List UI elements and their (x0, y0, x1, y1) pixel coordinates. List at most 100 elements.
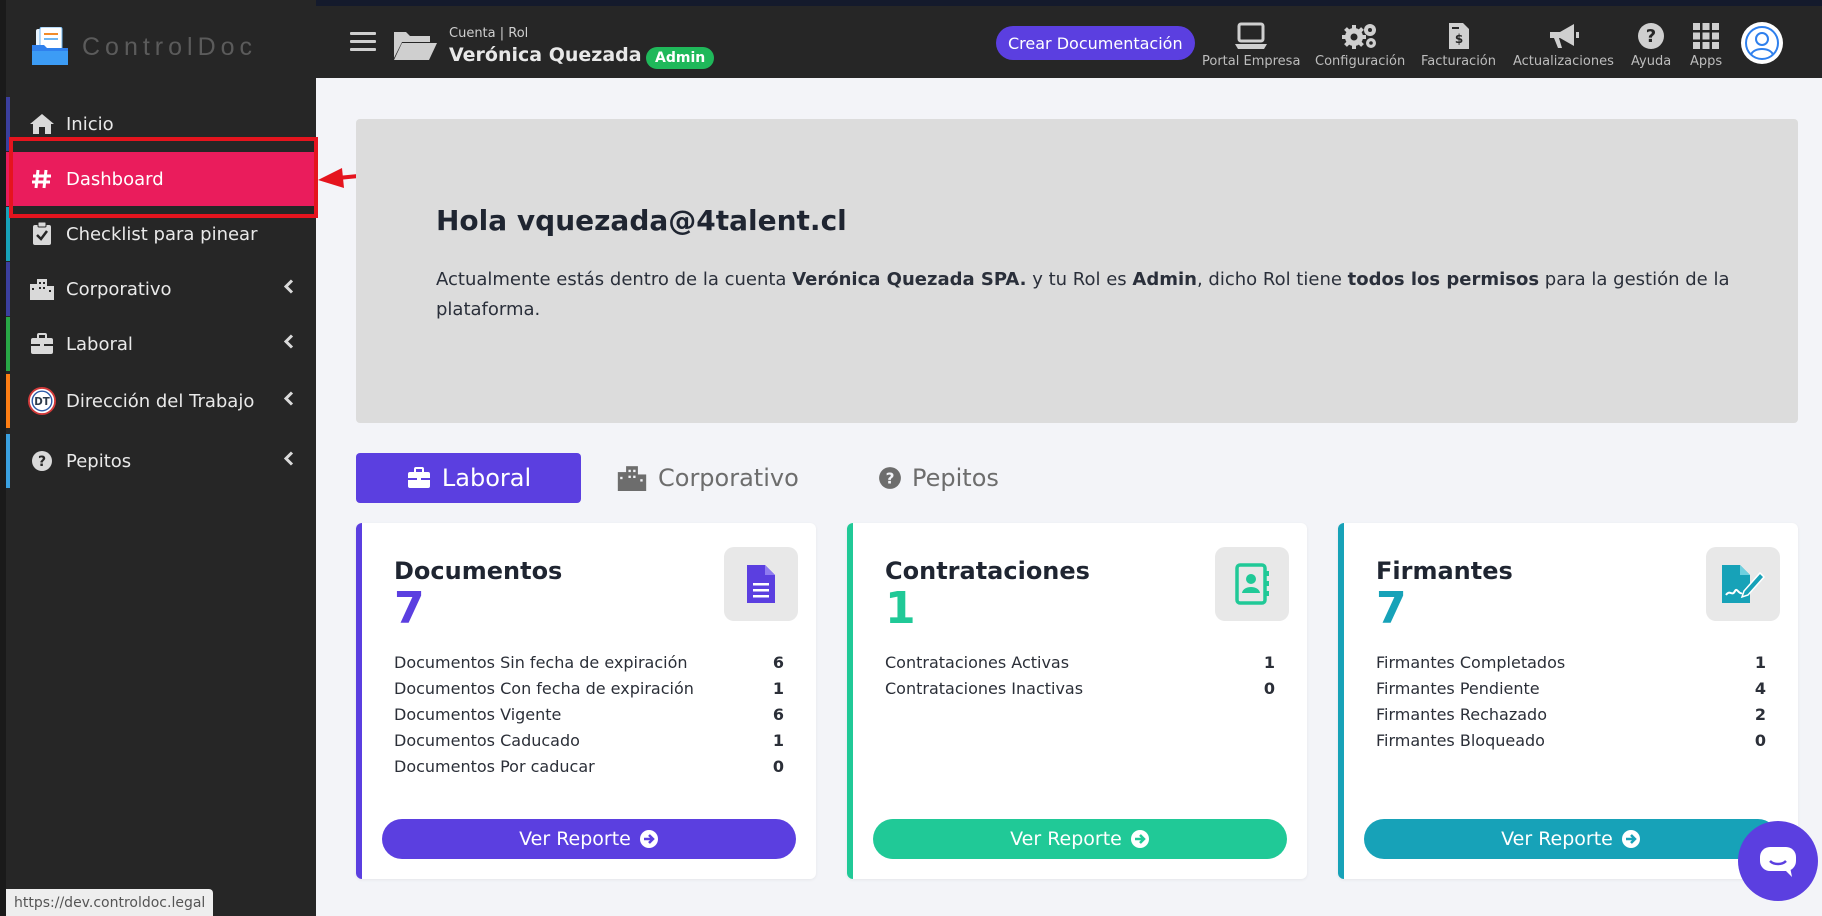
sidebar-accent (6, 317, 10, 371)
controldoc-logo-icon (30, 26, 70, 67)
sidebar-item-laboral[interactable]: Laboral (6, 317, 316, 371)
topbar-item-label: Ayuda (1631, 54, 1672, 69)
card-accent-bar (1338, 523, 1344, 879)
grid-icon (1693, 23, 1720, 49)
card-contrataciones: Contrataciones 1 Contrataciones Activas 1… (847, 523, 1307, 879)
card-count: 1 (885, 583, 916, 634)
account-name[interactable]: Verónica Quezada ... (449, 44, 670, 66)
briefcase-icon (406, 467, 432, 489)
ayuda-button[interactable]: ? Ayuda (1631, 22, 1671, 69)
stat-row: Documentos Por caducar 0 (394, 757, 784, 776)
briefcase-icon (28, 330, 56, 358)
stat-row: Firmantes Pendiente 4 (1376, 679, 1766, 698)
tab-pepitos[interactable]: ? Pepitos (878, 453, 999, 503)
arrow-circle-right-icon (1130, 830, 1149, 848)
sidebar-item-direccion-del-trabajo[interactable]: DT Dirección del Trabajo (6, 374, 316, 428)
stat-row: Contrataciones Activas 1 (885, 653, 1275, 672)
card-stats: Contrataciones Activas 1 Contrataciones I… (885, 653, 1275, 705)
tab-corporativo[interactable]: Corporativo (616, 453, 799, 503)
stat-row: Firmantes Rechazado 2 (1376, 705, 1766, 724)
svg-text:?: ? (38, 454, 46, 470)
ver-reporte-firmantes-button[interactable]: Ver Reporte (1364, 819, 1778, 859)
topbar: Cuenta | Rol Verónica Quezada ... Admin … (316, 6, 1822, 78)
apps-button[interactable]: Apps (1690, 22, 1722, 69)
stat-row: Documentos Vigente 6 (394, 705, 784, 724)
sidebar-item-inicio[interactable]: Inicio (6, 97, 316, 151)
document-icon (747, 565, 775, 603)
sidebar-item-label: Inicio (66, 113, 114, 135)
sidebar-item-checklist[interactable]: Checklist para pinear (6, 207, 316, 261)
stat-row: Documentos Sin fecha de expiración 6 (394, 653, 784, 672)
svg-text:$: $ (1454, 32, 1462, 46)
building-icon (616, 465, 648, 491)
address-book-icon (1235, 563, 1269, 605)
dt-badge-icon: DT (28, 387, 56, 415)
hamburger-menu-icon[interactable] (350, 31, 376, 53)
crear-documentacion-button[interactable]: Crear Documentación (996, 26, 1195, 60)
configuracion-button[interactable]: Configuración (1315, 22, 1405, 69)
stat-row: Documentos Con fecha de expiración 1 (394, 679, 784, 698)
brand-name: ControlDoc (82, 32, 258, 61)
user-icon (1745, 26, 1779, 60)
greeting-panel: Hola vquezada@4talent.cl Actualmente est… (356, 119, 1798, 423)
sidebar-accent (6, 97, 10, 151)
topbar-item-label: Apps (1690, 54, 1723, 69)
arrow-circle-right-icon (639, 830, 658, 848)
megaphone-icon (1550, 24, 1580, 48)
chat-bubble-icon (1760, 847, 1796, 877)
tab-label: Laboral (441, 464, 532, 492)
sidebar-item-corporativo[interactable]: Corporativo (6, 262, 316, 316)
stat-row: Contrataciones Inactivas 0 (885, 679, 1275, 698)
sidebar-accent (6, 434, 10, 488)
topbar-item-label: Actualizaciones (1513, 54, 1614, 69)
sidebar-item-label: Pepitos (66, 450, 132, 472)
card-stats: Firmantes Completados 1 Firmantes Pendien… (1376, 653, 1766, 757)
card-count: 7 (1376, 583, 1407, 634)
facturacion-button[interactable]: $ Facturación (1421, 22, 1496, 69)
stat-row: Firmantes Bloqueado 0 (1376, 731, 1766, 750)
chat-widget-button[interactable] (1738, 821, 1818, 901)
chevron-left-icon (283, 391, 294, 412)
svg-text:?: ? (1646, 26, 1656, 47)
signature-icon (1722, 565, 1766, 603)
stat-row: Firmantes Completados 1 (1376, 653, 1766, 672)
user-avatar[interactable] (1741, 22, 1783, 64)
card-stats: Documentos Sin fecha de expiración 6 Docu… (394, 653, 784, 783)
tab-label: Pepitos (912, 464, 999, 492)
card-accent-bar (356, 523, 362, 879)
ver-reporte-documentos-button[interactable]: Ver Reporte (382, 819, 796, 859)
actualizaciones-button[interactable]: Actualizaciones (1513, 22, 1614, 69)
card-firmantes: Firmantes 7 Firmantes Completados 1 Firma… (1338, 523, 1798, 879)
question-circle-icon: ? (878, 466, 902, 490)
building-icon (28, 275, 56, 303)
portal-empresa-button[interactable]: Portal Empresa (1202, 22, 1300, 69)
sidebar-accent (6, 262, 10, 316)
clipboard-check-icon (28, 220, 56, 248)
sidebar-item-label: Dashboard (66, 168, 164, 190)
status-bar-url: https://dev.controldoc.legal (6, 889, 214, 916)
laptop-icon (1235, 22, 1268, 49)
sidebar-accent (6, 374, 10, 428)
sidebar-item-label: Checklist para pinear (66, 223, 258, 245)
brand[interactable]: ControlDoc (30, 24, 257, 70)
gears-icon (1342, 24, 1377, 49)
greeting-text: Actualmente estás dentro de la cuenta Ve… (436, 269, 1730, 320)
sidebar-item-dashboard[interactable]: Dashboard (6, 152, 316, 206)
chevron-left-icon (283, 334, 294, 355)
tab-label: Corporativo (658, 464, 799, 492)
account-role-label: Cuenta | Rol (449, 26, 529, 41)
card-title: Firmantes (1376, 557, 1513, 585)
folder-open-icon (392, 28, 438, 62)
sidebar-accent (6, 207, 10, 261)
sidebar-item-label: Dirección del Trabajo (66, 390, 255, 412)
arrow-circle-right-icon (1621, 830, 1640, 848)
card-icon-box (1215, 547, 1289, 621)
ver-reporte-contrataciones-button[interactable]: Ver Reporte (873, 819, 1287, 859)
greeting-role: Admin (1132, 269, 1197, 290)
card-title: Contrataciones (885, 557, 1090, 585)
tab-laboral[interactable]: Laboral (356, 453, 581, 503)
chevron-left-icon (283, 451, 294, 472)
invoice-icon: $ (1448, 23, 1469, 49)
card-icon-box (1706, 547, 1780, 621)
sidebar-item-pepitos[interactable]: ? Pepitos (6, 434, 316, 488)
